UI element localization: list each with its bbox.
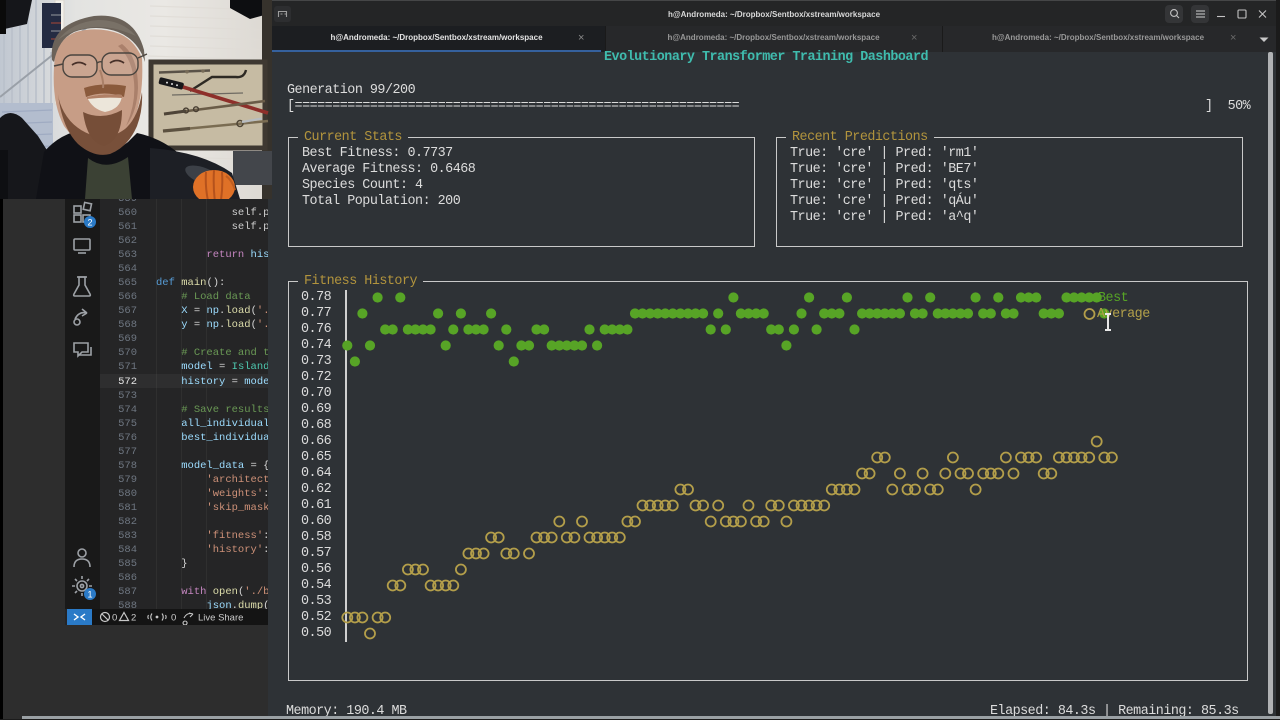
svg-text:2: 2 <box>87 218 92 228</box>
svg-text:2: 2 <box>131 613 136 624</box>
svg-text:0: 0 <box>112 613 117 624</box>
svg-text:0: 0 <box>171 613 176 624</box>
svg-text:1: 1 <box>87 590 92 600</box>
svg-text:Live Share: Live Share <box>198 613 243 624</box>
